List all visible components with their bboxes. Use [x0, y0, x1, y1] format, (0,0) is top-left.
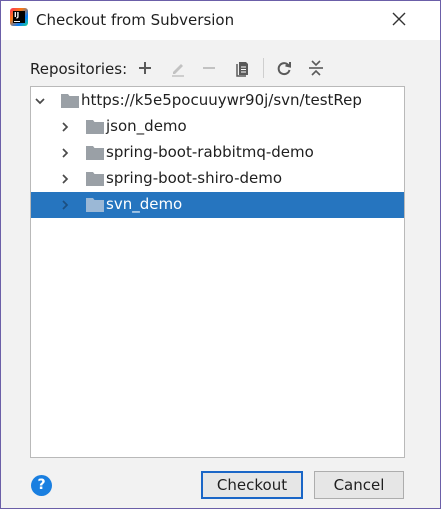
cancel-button[interactable]: Cancel — [314, 471, 404, 499]
tree-item-spring-boot-shiro-demo[interactable]: spring-boot-shiro-demo — [31, 166, 404, 192]
intellij-logo-icon: IJ — [10, 8, 28, 26]
folder-icon — [61, 94, 79, 108]
chevron-down-icon — [35, 98, 45, 105]
tree-item-label: spring-boot-shiro-demo — [106, 169, 283, 187]
repositories-label: Repositories: — [30, 60, 128, 78]
toolbar-separator — [263, 58, 264, 78]
tree-item-label: json_demo — [106, 117, 187, 135]
browse-changes-button[interactable] — [231, 57, 253, 79]
tree-item-label: svn_demo — [106, 195, 183, 213]
title-bar: IJ Checkout from Subversion — [1, 1, 440, 40]
edit-repository-button[interactable] — [167, 57, 189, 79]
tree-item-spring-boot-rabbitmq-demo[interactable]: spring-boot-rabbitmq-demo — [31, 140, 404, 166]
chevron-right-icon — [62, 148, 69, 158]
remove-repository-button[interactable] — [198, 57, 220, 79]
chevron-right-icon — [62, 174, 69, 184]
close-button[interactable] — [385, 5, 413, 33]
collapse-all-button[interactable] — [305, 57, 327, 79]
repositories-toolbar: Repositories: — [1, 53, 440, 83]
chevron-right-icon — [62, 200, 69, 210]
browse-icon — [236, 62, 248, 77]
add-repository-button[interactable] — [134, 57, 156, 79]
tree-item-label: spring-boot-rabbitmq-demo — [106, 143, 314, 161]
help-button[interactable]: ? — [31, 475, 52, 496]
edit-icon — [172, 64, 184, 77]
tree-root-row[interactable]: https://k5e5pocuuywr90j/svn/testRep — [31, 88, 404, 114]
checkout-button[interactable]: Checkout — [201, 471, 303, 499]
tree-item-svn-demo[interactable]: svn_demo — [31, 192, 404, 218]
folder-icon — [86, 172, 104, 186]
tree-root-label: https://k5e5pocuuywr90j/svn/testRep — [81, 91, 362, 109]
collapse-icon — [309, 60, 323, 76]
refresh-button[interactable] — [273, 57, 295, 79]
remove-icon — [203, 67, 215, 69]
add-icon — [139, 62, 151, 74]
close-icon — [392, 12, 406, 26]
refresh-icon — [277, 62, 291, 76]
checkout-dialog: IJ Checkout from Subversion Repositories… — [0, 0, 441, 509]
folder-icon — [86, 198, 104, 212]
chevron-right-icon — [62, 122, 69, 132]
tree-item-json-demo[interactable]: json_demo — [31, 114, 404, 140]
dialog-title: Checkout from Subversion — [36, 11, 235, 29]
repository-tree[interactable]: https://k5e5pocuuywr90j/svn/testRep json… — [30, 86, 405, 458]
folder-icon — [86, 120, 104, 134]
folder-icon — [86, 146, 104, 160]
